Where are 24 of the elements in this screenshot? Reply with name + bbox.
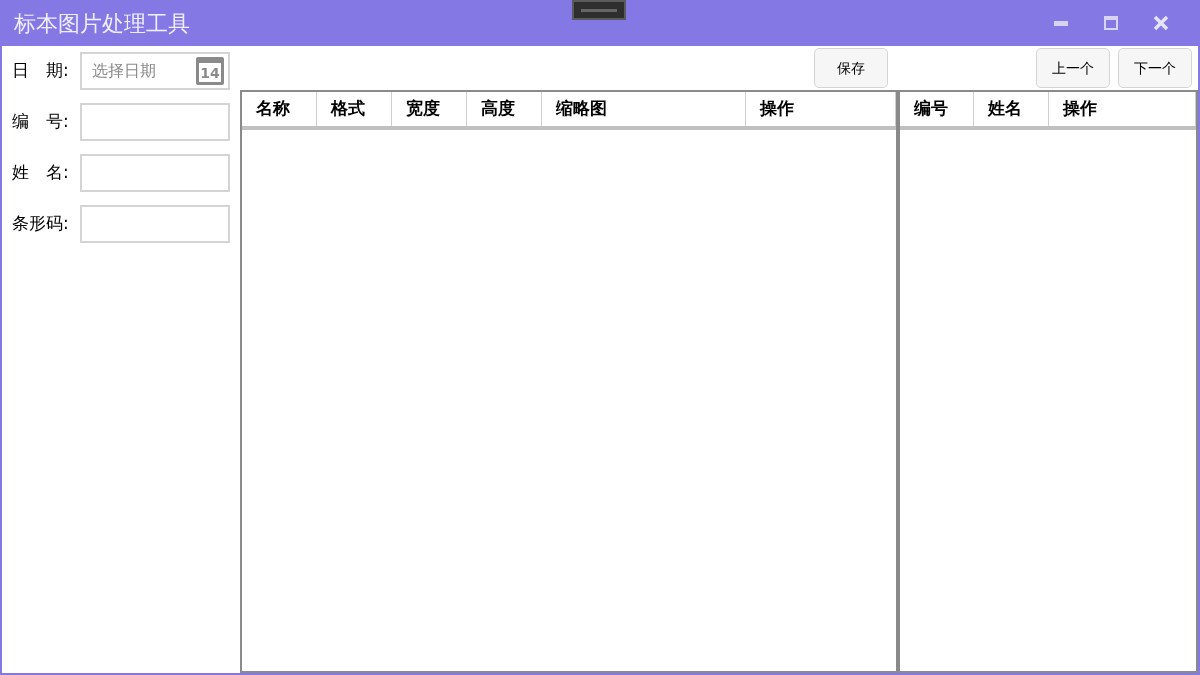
column-header[interactable]: 宽度 xyxy=(392,92,467,126)
column-header[interactable]: 操作 xyxy=(746,92,896,126)
minimize-icon xyxy=(1054,20,1068,26)
input-field[interactable] xyxy=(80,205,230,243)
field-label: 编 号: xyxy=(12,110,70,134)
save-button[interactable]: 保存 xyxy=(814,48,888,88)
next-button[interactable]: 下一个 xyxy=(1118,48,1192,88)
column-header[interactable]: 编号 xyxy=(900,92,974,126)
window-title: 标本图片处理工具 xyxy=(14,9,190,38)
field-label: 日 期: xyxy=(12,59,70,83)
maximize-icon xyxy=(1104,16,1118,30)
field-label: 姓 名: xyxy=(12,161,70,185)
drag-handle[interactable] xyxy=(572,0,626,20)
column-header[interactable]: 姓名 xyxy=(974,92,1049,126)
input-field[interactable] xyxy=(80,103,230,141)
column-header[interactable]: 名称 xyxy=(242,92,317,126)
previous-button[interactable]: 上一个 xyxy=(1036,48,1110,88)
column-header[interactable]: 高度 xyxy=(467,92,542,126)
column-header[interactable]: 格式 xyxy=(317,92,392,126)
field-label: 条形码: xyxy=(12,212,70,236)
close-icon xyxy=(1153,15,1169,31)
input-field[interactable] xyxy=(80,154,230,192)
column-header[interactable]: 缩略图 xyxy=(542,92,746,126)
column-header[interactable]: 操作 xyxy=(1049,92,1196,126)
